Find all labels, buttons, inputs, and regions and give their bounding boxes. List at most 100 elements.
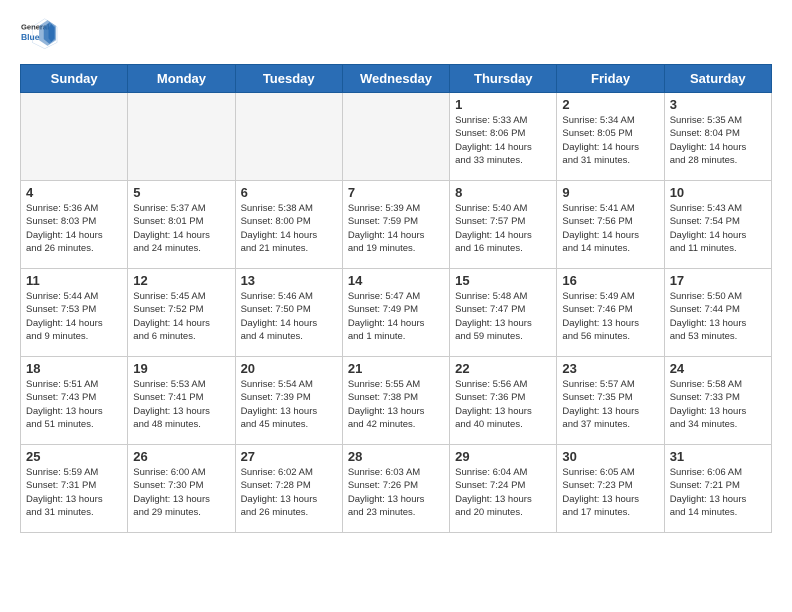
day-info: Sunrise: 5:59 AM Sunset: 7:31 PM Dayligh… <box>26 466 122 519</box>
day-info: Sunrise: 5:34 AM Sunset: 8:05 PM Dayligh… <box>562 114 658 167</box>
calendar-cell: 17 Sunrise: 5:50 AM Sunset: 7:44 PM Dayli… <box>664 269 771 357</box>
header-sunday: Sunday <box>21 65 128 93</box>
calendar-cell <box>235 93 342 181</box>
day-info: Sunrise: 5:39 AM Sunset: 7:59 PM Dayligh… <box>348 202 444 255</box>
day-number: 18 <box>26 361 122 376</box>
calendar-cell: 3 Sunrise: 5:35 AM Sunset: 8:04 PM Daylig… <box>664 93 771 181</box>
day-info: Sunrise: 5:56 AM Sunset: 7:36 PM Dayligh… <box>455 378 551 431</box>
day-info: Sunrise: 5:55 AM Sunset: 7:38 PM Dayligh… <box>348 378 444 431</box>
day-number: 21 <box>348 361 444 376</box>
week-row-1: 1 Sunrise: 5:33 AM Sunset: 8:06 PM Daylig… <box>21 93 772 181</box>
calendar-cell: 20 Sunrise: 5:54 AM Sunset: 7:39 PM Dayli… <box>235 357 342 445</box>
calendar-cell: 29 Sunrise: 6:04 AM Sunset: 7:24 PM Dayli… <box>450 445 557 533</box>
day-info: Sunrise: 6:02 AM Sunset: 7:28 PM Dayligh… <box>241 466 337 519</box>
calendar-cell <box>342 93 449 181</box>
day-number: 6 <box>241 185 337 200</box>
day-number: 4 <box>26 185 122 200</box>
day-info: Sunrise: 5:33 AM Sunset: 8:06 PM Dayligh… <box>455 114 551 167</box>
day-number: 9 <box>562 185 658 200</box>
header-tuesday: Tuesday <box>235 65 342 93</box>
page: General Blue SundayMondayTuesdayWednesda… <box>0 0 792 553</box>
day-number: 25 <box>26 449 122 464</box>
svg-text:Blue: Blue <box>21 32 40 42</box>
calendar-table: SundayMondayTuesdayWednesdayThursdayFrid… <box>20 64 772 533</box>
day-info: Sunrise: 5:41 AM Sunset: 7:56 PM Dayligh… <box>562 202 658 255</box>
day-number: 24 <box>670 361 766 376</box>
calendar-cell: 26 Sunrise: 6:00 AM Sunset: 7:30 PM Dayli… <box>128 445 235 533</box>
header-monday: Monday <box>128 65 235 93</box>
day-number: 20 <box>241 361 337 376</box>
calendar-cell: 12 Sunrise: 5:45 AM Sunset: 7:52 PM Dayli… <box>128 269 235 357</box>
day-info: Sunrise: 5:54 AM Sunset: 7:39 PM Dayligh… <box>241 378 337 431</box>
day-info: Sunrise: 5:38 AM Sunset: 8:00 PM Dayligh… <box>241 202 337 255</box>
day-number: 10 <box>670 185 766 200</box>
day-info: Sunrise: 5:53 AM Sunset: 7:41 PM Dayligh… <box>133 378 229 431</box>
calendar-cell: 13 Sunrise: 5:46 AM Sunset: 7:50 PM Dayli… <box>235 269 342 357</box>
header: General Blue <box>20 16 772 50</box>
day-number: 15 <box>455 273 551 288</box>
logo: General Blue <box>20 16 58 50</box>
calendar-cell: 21 Sunrise: 5:55 AM Sunset: 7:38 PM Dayli… <box>342 357 449 445</box>
day-info: Sunrise: 6:03 AM Sunset: 7:26 PM Dayligh… <box>348 466 444 519</box>
day-info: Sunrise: 5:50 AM Sunset: 7:44 PM Dayligh… <box>670 290 766 343</box>
day-info: Sunrise: 6:04 AM Sunset: 7:24 PM Dayligh… <box>455 466 551 519</box>
day-number: 27 <box>241 449 337 464</box>
day-number: 13 <box>241 273 337 288</box>
calendar-cell: 8Sunrise: 5:40 AM Sunset: 7:57 PM Daylig… <box>450 181 557 269</box>
day-info: Sunrise: 5:57 AM Sunset: 7:35 PM Dayligh… <box>562 378 658 431</box>
calendar-cell: 25 Sunrise: 5:59 AM Sunset: 7:31 PM Dayli… <box>21 445 128 533</box>
calendar-cell: 6 Sunrise: 5:38 AM Sunset: 8:00 PM Daylig… <box>235 181 342 269</box>
calendar-header-row: SundayMondayTuesdayWednesdayThursdayFrid… <box>21 65 772 93</box>
day-info: Sunrise: 5:46 AM Sunset: 7:50 PM Dayligh… <box>241 290 337 343</box>
day-number: 17 <box>670 273 766 288</box>
calendar-cell: 5 Sunrise: 5:37 AM Sunset: 8:01 PM Daylig… <box>128 181 235 269</box>
day-info: Sunrise: 5:43 AM Sunset: 7:54 PM Dayligh… <box>670 202 766 255</box>
day-number: 23 <box>562 361 658 376</box>
day-info: Sunrise: 5:36 AM Sunset: 8:03 PM Dayligh… <box>26 202 122 255</box>
day-number: 2 <box>562 97 658 112</box>
day-number: 12 <box>133 273 229 288</box>
calendar-cell: 16Sunrise: 5:49 AM Sunset: 7:46 PM Dayli… <box>557 269 664 357</box>
day-number: 31 <box>670 449 766 464</box>
day-number: 28 <box>348 449 444 464</box>
calendar-cell: 10 Sunrise: 5:43 AM Sunset: 7:54 PM Dayli… <box>664 181 771 269</box>
calendar-cell: 9 Sunrise: 5:41 AM Sunset: 7:56 PM Daylig… <box>557 181 664 269</box>
day-info: Sunrise: 5:35 AM Sunset: 8:04 PM Dayligh… <box>670 114 766 167</box>
calendar-cell: 18 Sunrise: 5:51 AM Sunset: 7:43 PM Dayli… <box>21 357 128 445</box>
day-info: Sunrise: 5:51 AM Sunset: 7:43 PM Dayligh… <box>26 378 122 431</box>
calendar-cell: 2 Sunrise: 5:34 AM Sunset: 8:05 PM Daylig… <box>557 93 664 181</box>
week-row-3: 11 Sunrise: 5:44 AM Sunset: 7:53 PM Dayli… <box>21 269 772 357</box>
calendar-cell: 19Sunrise: 5:53 AM Sunset: 7:41 PM Dayli… <box>128 357 235 445</box>
day-info: Sunrise: 5:37 AM Sunset: 8:01 PM Dayligh… <box>133 202 229 255</box>
calendar-cell: 23 Sunrise: 5:57 AM Sunset: 7:35 PM Dayli… <box>557 357 664 445</box>
day-number: 26 <box>133 449 229 464</box>
day-info: Sunrise: 5:45 AM Sunset: 7:52 PM Dayligh… <box>133 290 229 343</box>
day-info: Sunrise: 5:48 AM Sunset: 7:47 PM Dayligh… <box>455 290 551 343</box>
day-number: 11 <box>26 273 122 288</box>
calendar-cell: 27 Sunrise: 6:02 AM Sunset: 7:28 PM Dayli… <box>235 445 342 533</box>
day-number: 22 <box>455 361 551 376</box>
day-info: Sunrise: 6:06 AM Sunset: 7:21 PM Dayligh… <box>670 466 766 519</box>
day-info: Sunrise: 5:49 AM Sunset: 7:46 PM Dayligh… <box>562 290 658 343</box>
calendar-cell: 31 Sunrise: 6:06 AM Sunset: 7:21 PM Dayli… <box>664 445 771 533</box>
day-number: 3 <box>670 97 766 112</box>
header-thursday: Thursday <box>450 65 557 93</box>
calendar-cell: 14Sunrise: 5:47 AM Sunset: 7:49 PM Dayli… <box>342 269 449 357</box>
week-row-5: 25 Sunrise: 5:59 AM Sunset: 7:31 PM Dayli… <box>21 445 772 533</box>
day-number: 30 <box>562 449 658 464</box>
calendar-cell: 15 Sunrise: 5:48 AM Sunset: 7:47 PM Dayli… <box>450 269 557 357</box>
day-number: 1 <box>455 97 551 112</box>
calendar-cell <box>21 93 128 181</box>
calendar-cell: 28 Sunrise: 6:03 AM Sunset: 7:26 PM Dayli… <box>342 445 449 533</box>
week-row-4: 18 Sunrise: 5:51 AM Sunset: 7:43 PM Dayli… <box>21 357 772 445</box>
header-friday: Friday <box>557 65 664 93</box>
day-number: 7 <box>348 185 444 200</box>
calendar-cell: 7 Sunrise: 5:39 AM Sunset: 7:59 PM Daylig… <box>342 181 449 269</box>
day-info: Sunrise: 6:00 AM Sunset: 7:30 PM Dayligh… <box>133 466 229 519</box>
week-row-2: 4 Sunrise: 5:36 AM Sunset: 8:03 PM Daylig… <box>21 181 772 269</box>
calendar-cell <box>128 93 235 181</box>
day-number: 29 <box>455 449 551 464</box>
calendar-cell: 22 Sunrise: 5:56 AM Sunset: 7:36 PM Dayli… <box>450 357 557 445</box>
day-number: 5 <box>133 185 229 200</box>
day-info: Sunrise: 5:44 AM Sunset: 7:53 PM Dayligh… <box>26 290 122 343</box>
